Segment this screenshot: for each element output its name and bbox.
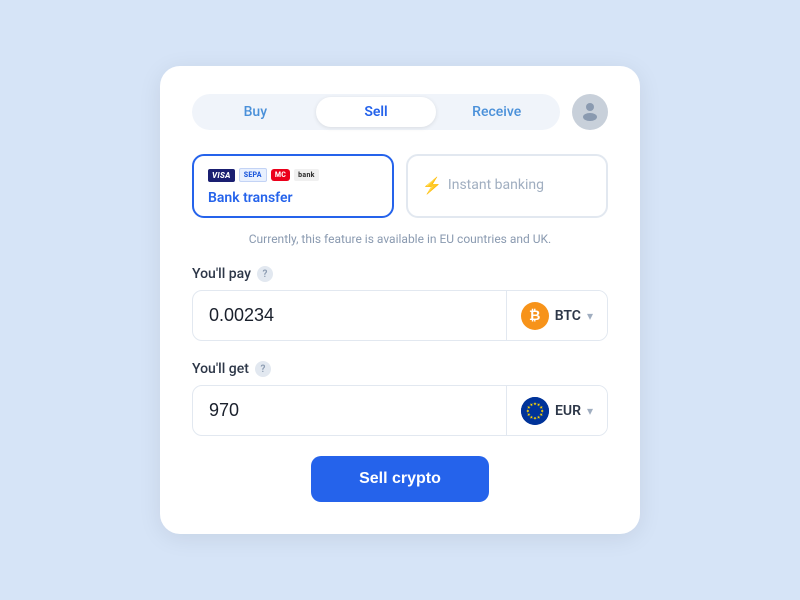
- get-field-label: You'll get ?: [192, 361, 608, 377]
- sell-button-wrapper: Sell crypto: [192, 456, 608, 502]
- mastercard-logo: MC: [271, 169, 290, 181]
- pay-currency-chevron: ▾: [587, 309, 593, 323]
- instant-banking-option[interactable]: ⚡ Instant banking: [406, 154, 608, 218]
- bank-transfer-label: Bank transfer: [208, 190, 378, 206]
- get-input-row: EUR ▾: [192, 385, 608, 436]
- btc-icon: ₿: [521, 302, 549, 330]
- tabs-container: Buy Sell Receive: [192, 94, 560, 130]
- get-currency-code: EUR: [555, 403, 581, 419]
- bank-transfer-logos: VISA SEPA MC bank: [208, 166, 378, 184]
- pay-input[interactable]: [193, 291, 506, 340]
- tab-sell[interactable]: Sell: [316, 97, 437, 127]
- user-avatar-icon: [579, 99, 601, 125]
- main-card: Buy Sell Receive VISA SEPA MC bank Bank …: [160, 66, 640, 534]
- tab-buy[interactable]: Buy: [195, 97, 316, 127]
- get-currency-selector[interactable]: EUR ▾: [506, 386, 607, 435]
- get-currency-chevron: ▾: [587, 404, 593, 418]
- lightning-icon: ⚡: [422, 176, 442, 195]
- availability-note: Currently, this feature is available in …: [192, 232, 608, 246]
- instant-banking-top: ⚡ Instant banking: [422, 176, 592, 195]
- pay-currency-selector[interactable]: ₿ BTC ▾: [506, 291, 607, 340]
- get-help-icon[interactable]: ?: [255, 361, 271, 377]
- bank-logo: bank: [294, 169, 319, 181]
- pay-field-label: You'll pay ?: [192, 266, 608, 282]
- get-input[interactable]: [193, 386, 506, 435]
- visa-logo: VISA: [208, 169, 235, 182]
- header: Buy Sell Receive: [192, 94, 608, 130]
- payment-methods: VISA SEPA MC bank Bank transfer ⚡ Instan…: [192, 154, 608, 218]
- eur-flag-icon: [521, 397, 549, 425]
- get-label-text: You'll get: [192, 361, 249, 377]
- tab-receive[interactable]: Receive: [436, 97, 557, 127]
- instant-banking-label: Instant banking: [448, 177, 544, 193]
- sepa-logo: SEPA: [239, 168, 267, 182]
- pay-input-row: ₿ BTC ▾: [192, 290, 608, 341]
- user-avatar-button[interactable]: [572, 94, 608, 130]
- sell-crypto-button[interactable]: Sell crypto: [311, 456, 489, 502]
- pay-currency-code: BTC: [555, 308, 581, 324]
- pay-label-text: You'll pay: [192, 266, 251, 282]
- pay-help-icon[interactable]: ?: [257, 266, 273, 282]
- bank-transfer-option[interactable]: VISA SEPA MC bank Bank transfer: [192, 154, 394, 218]
